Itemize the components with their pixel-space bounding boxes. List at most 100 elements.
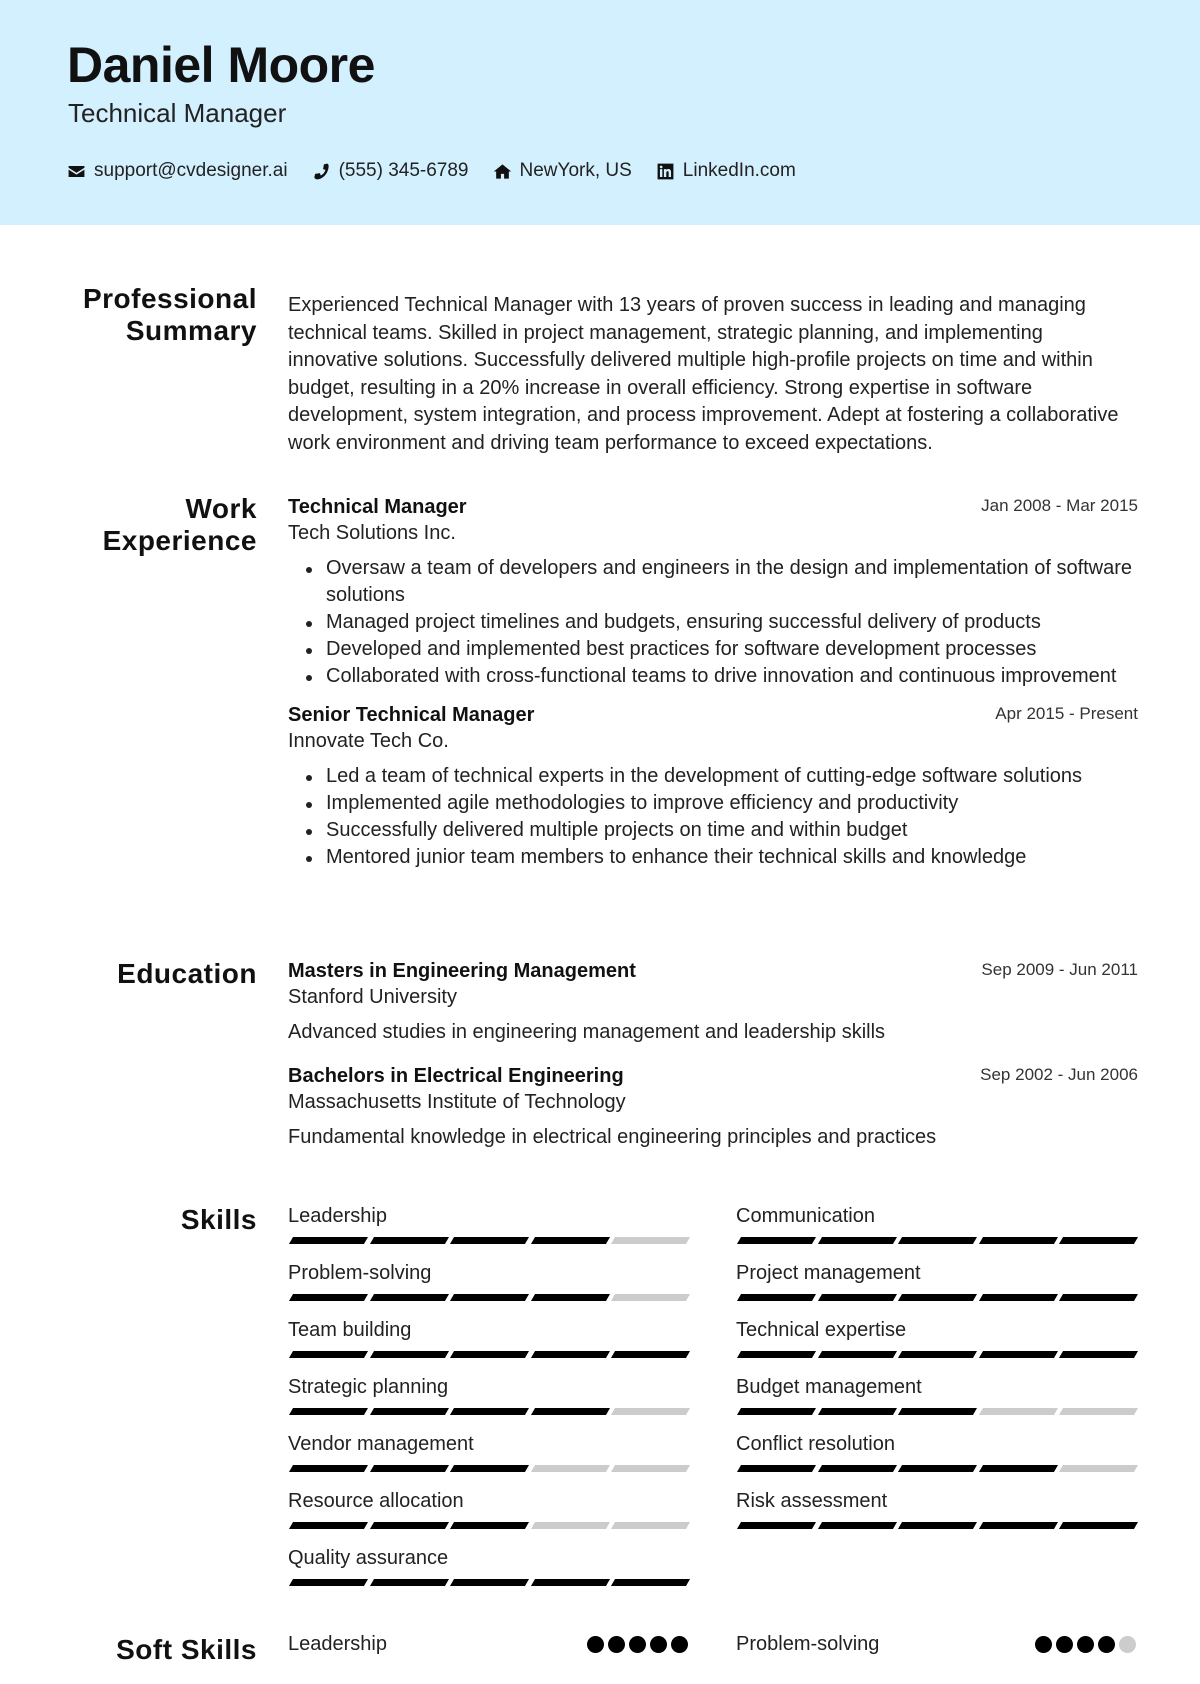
skill-segment-filled [898,1522,977,1529]
skill-segment-filled [288,1465,368,1472]
skill-segment-filled [369,1579,449,1586]
job-bullet: Mentored junior team members to enhance … [288,844,1138,871]
rating-dot-filled [608,1636,625,1653]
skill-segment-filled [450,1237,529,1244]
contact-row: support@cvdesigner.ai (555) 345-6789 New… [67,160,820,182]
skill-segment-filled [530,1408,610,1415]
skill-label: Problem-solving [288,1262,432,1284]
skill-segment-filled [736,1408,816,1415]
contact-phone-text: (555) 345-6789 [338,160,469,181]
job-bullets: Led a team of technical experts in the d… [288,763,1138,871]
skill-level-bar [288,1294,690,1301]
skill-segment-filled [817,1294,897,1301]
skill-segment-empty [1059,1408,1138,1415]
skill-segment-filled [530,1237,610,1244]
skill-segment-filled [288,1408,368,1415]
skill-segment-filled [369,1408,449,1415]
skill-segment-filled [450,1351,529,1358]
soft-skill-rating [587,1636,688,1653]
skills-grid: Leadership Communication Problem-solving Pr… [288,1203,1138,1602]
rating-dot-filled [587,1636,604,1653]
contact-email-text: support@cvdesigner.ai [94,160,288,181]
skill-segment-filled [898,1294,977,1301]
job-dates: Apr 2015 - Present [995,704,1138,723]
skill-segment-filled [978,1237,1058,1244]
skill-segment-filled [611,1351,690,1358]
rating-dot-filled [1077,1636,1094,1653]
contact-linkedin[interactable]: LinkedIn.com [656,160,796,182]
skill-item: Budget management [736,1374,1138,1431]
skill-segment-filled [288,1522,368,1529]
job-bullet: Developed and implemented best practices… [288,636,1138,663]
skill-segment-filled [1059,1351,1138,1358]
skill-segment-filled [1059,1237,1138,1244]
skill-segment-filled [288,1294,368,1301]
skill-segment-filled [736,1465,816,1472]
skill-segment-filled [898,1237,977,1244]
skill-segment-empty [530,1465,610,1472]
resume-header: Daniel Moore Technical Manager support@c… [0,0,1200,225]
skill-level-bar [736,1465,1138,1472]
skill-segment-filled [817,1237,897,1244]
skill-level-bar [736,1351,1138,1358]
section-title-skills: Skills [180,1204,257,1235]
skill-label: Leadership [288,1205,387,1227]
section-title-education: Education [117,958,257,989]
skill-segment-filled [898,1408,977,1415]
skill-item: Problem-solving [288,1260,690,1317]
job-company: Tech Solutions Inc. [288,522,456,544]
skill-level-bar [736,1522,1138,1529]
skill-segment-filled [288,1237,368,1244]
skill-segment-empty [611,1522,690,1529]
rating-dot-filled [1056,1636,1073,1653]
job-bullet: Oversaw a team of developers and enginee… [288,555,1138,609]
phone-icon [313,163,329,179]
skill-level-bar [288,1465,690,1472]
skill-segment-filled [369,1465,449,1472]
rating-dot-filled [1035,1636,1052,1653]
work-experience-list: Technical Manager Jan 2008 - Mar 2015 Te… [288,494,1138,871]
education-entry: Bachelors in Electrical Engineering Sep … [288,1063,1138,1151]
contact-email[interactable]: support@cvdesigner.ai [67,160,288,182]
skill-segment-filled [978,1294,1058,1301]
contact-location: NewYork, US [493,160,632,182]
skill-segment-filled [369,1237,449,1244]
skill-segment-empty [978,1408,1058,1415]
education-description: Advanced studies in engineering manageme… [288,1021,886,1043]
skill-segment-filled [530,1351,610,1358]
skill-segment-filled [369,1294,449,1301]
education-description: Fundamental knowledge in electrical engi… [288,1126,937,1148]
skill-segment-empty [1059,1465,1138,1472]
skill-label: Conflict resolution [736,1433,895,1455]
job-bullet: Led a team of technical experts in the d… [288,763,1138,790]
skill-level-bar [288,1579,690,1586]
skill-label: Technical expertise [736,1319,907,1341]
skill-segment-empty [611,1408,690,1415]
soft-skills-grid: Leadership Problem-solving [288,1633,1138,1656]
skill-segment-filled [611,1579,690,1586]
home-icon [493,163,511,179]
skill-level-bar [288,1351,690,1358]
skill-segment-filled [288,1579,368,1586]
rating-dot-filled [629,1636,646,1653]
skill-label: Budget management [736,1376,922,1398]
skill-segment-filled [898,1465,977,1472]
section-title-work: Work Experience [102,493,257,556]
contact-phone[interactable]: (555) 345-6789 [312,160,469,182]
skill-label: Risk assessment [736,1490,888,1512]
skill-level-bar [736,1237,1138,1244]
skill-level-bar [736,1294,1138,1301]
skill-item: Project management [736,1260,1138,1317]
education-list: Masters in Engineering Management Sep 20… [288,958,1138,1151]
job-bullet: Managed project timelines and budgets, e… [288,609,1138,636]
education-school: Stanford University [288,986,457,1008]
skill-item: Risk assessment [736,1488,1138,1545]
job-bullets: Oversaw a team of developers and enginee… [288,555,1138,690]
skill-level-bar [288,1522,690,1529]
rating-dot-filled [1098,1636,1115,1653]
skill-segment-filled [736,1237,816,1244]
skill-segment-filled [1059,1522,1138,1529]
skill-item: Communication [736,1203,1138,1260]
skill-segment-empty [611,1465,690,1472]
envelope-icon [68,165,85,177]
